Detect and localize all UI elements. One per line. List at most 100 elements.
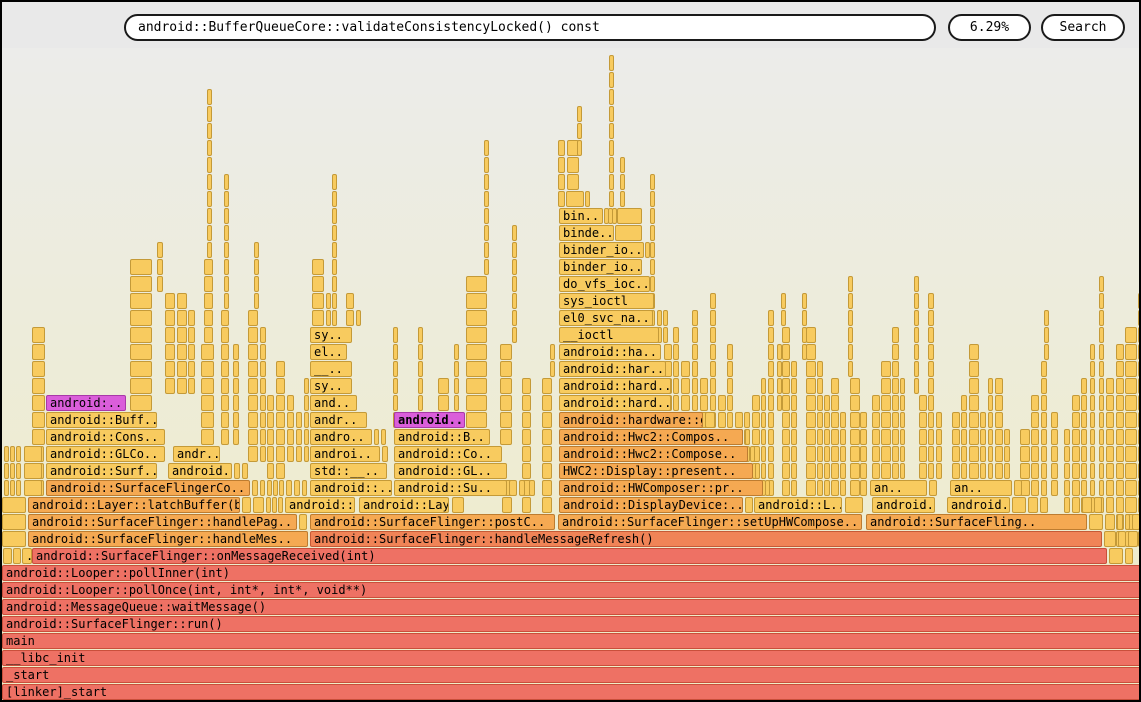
frame-cell[interactable] [304, 429, 309, 445]
frame-cell[interactable] [1117, 514, 1123, 530]
frame[interactable]: android:.. [46, 395, 126, 411]
frame-cell[interactable] [928, 395, 934, 411]
frame-cell[interactable] [782, 327, 790, 343]
frame[interactable]: andr.. [310, 412, 367, 428]
frame-cell[interactable] [221, 395, 229, 411]
frame-cell[interactable] [1044, 327, 1049, 343]
frame-cell[interactable] [961, 395, 967, 411]
frame-cell[interactable] [681, 361, 690, 377]
frame-cell[interactable] [1044, 344, 1049, 360]
frame-cell[interactable] [10, 480, 15, 496]
frame-cell[interactable] [254, 276, 259, 292]
frame-cell[interactable] [157, 259, 163, 275]
frame-cell[interactable] [928, 412, 934, 428]
frame-cell[interactable] [765, 480, 770, 496]
frame-cell[interactable] [1099, 446, 1104, 462]
frame-cell[interactable] [1044, 310, 1049, 326]
frame-cell[interactable] [130, 344, 152, 360]
frame-cell[interactable] [735, 412, 743, 428]
frame-cell[interactable] [332, 293, 337, 309]
frame-cell[interactable] [791, 463, 797, 479]
frame-cell[interactable] [466, 327, 487, 343]
frame-cell[interactable] [512, 225, 517, 241]
frame-cell[interactable] [718, 412, 726, 428]
frame-cell[interactable] [1072, 497, 1080, 513]
frame-cell[interactable] [260, 327, 266, 343]
frame-cell[interactable] [782, 412, 790, 428]
frame-cell[interactable] [791, 429, 797, 445]
frame-cell[interactable] [224, 242, 229, 258]
frame-cell[interactable] [550, 344, 555, 360]
frame-cell[interactable] [529, 480, 535, 496]
frame-cell[interactable] [745, 429, 750, 445]
frame-cell[interactable] [1090, 344, 1095, 360]
frame-cell[interactable] [224, 191, 229, 207]
frame-cell[interactable] [817, 463, 823, 479]
frame-cell[interactable] [850, 480, 860, 496]
frame-cell[interactable] [267, 446, 274, 462]
frame-cell[interactable] [484, 242, 489, 258]
frame-cell[interactable] [831, 429, 839, 445]
frame-cell[interactable] [919, 412, 927, 428]
frame-cell[interactable] [710, 378, 716, 394]
frame-cell[interactable] [221, 327, 229, 343]
frame-cell[interactable] [831, 446, 839, 462]
frame-cell[interactable] [267, 480, 272, 496]
frame-cell[interactable] [881, 378, 891, 394]
frame-cell[interactable] [615, 225, 642, 241]
frame-cell[interactable] [806, 412, 816, 428]
frame-cell[interactable] [221, 412, 229, 428]
frame-cell[interactable] [438, 395, 449, 411]
frame[interactable]: main [2, 633, 1141, 649]
frame-cell[interactable] [900, 429, 905, 445]
frame-cell[interactable] [1072, 395, 1080, 411]
frame-cell[interactable] [872, 412, 880, 428]
frame-cell[interactable] [919, 446, 927, 462]
frame-cell[interactable] [791, 378, 797, 394]
frame-cell[interactable] [840, 412, 846, 428]
frame-cell[interactable] [1051, 446, 1058, 462]
frame-cell[interactable] [542, 378, 552, 394]
frame-cell[interactable] [500, 412, 512, 428]
frame-cell[interactable] [727, 412, 733, 428]
frame-cell[interactable] [892, 361, 899, 377]
frame-cell[interactable] [860, 429, 867, 445]
frame-cell[interactable] [681, 395, 690, 411]
frame-cell[interactable] [860, 412, 867, 428]
frame[interactable]: android.. [872, 497, 935, 513]
frame-cell[interactable] [768, 429, 774, 445]
frame-cell[interactable] [768, 463, 774, 479]
frame-cell[interactable] [768, 361, 774, 377]
frame-cell[interactable] [1125, 497, 1137, 513]
frame-cell[interactable] [817, 378, 823, 394]
frame-cell[interactable] [522, 412, 531, 428]
frame-cell[interactable] [24, 480, 42, 496]
frame-cell[interactable] [326, 293, 331, 309]
frame-cell[interactable] [892, 344, 899, 360]
frame-cell[interactable] [1125, 514, 1130, 530]
frame-cell[interactable] [806, 378, 816, 394]
frame-cell[interactable] [287, 429, 294, 445]
frame-cell[interactable] [558, 140, 565, 156]
search-input[interactable] [124, 14, 936, 41]
frame-cell[interactable] [969, 412, 979, 428]
frame-cell[interactable] [201, 361, 214, 377]
frame-cell[interactable] [609, 55, 614, 71]
frame-cell[interactable] [32, 344, 45, 360]
frame-cell[interactable] [710, 327, 716, 343]
frame-cell[interactable] [248, 446, 258, 462]
frame[interactable]: binder_io.. [559, 242, 644, 258]
frame-cell[interactable] [418, 344, 423, 360]
frame-cell[interactable] [484, 157, 489, 173]
frame-cell[interactable] [1105, 514, 1115, 530]
frame[interactable]: andr.. [173, 446, 220, 462]
frame-cell[interactable] [1020, 429, 1030, 445]
frame-cell[interactable] [130, 293, 152, 309]
frame-cell[interactable] [750, 446, 755, 462]
frame-cell[interactable] [673, 344, 679, 360]
frame-cell[interactable] [484, 140, 489, 156]
frame-cell[interactable] [438, 378, 449, 394]
frame-cell[interactable] [752, 429, 760, 445]
frame-cell[interactable] [1099, 463, 1104, 479]
frame-cell[interactable] [892, 463, 899, 479]
